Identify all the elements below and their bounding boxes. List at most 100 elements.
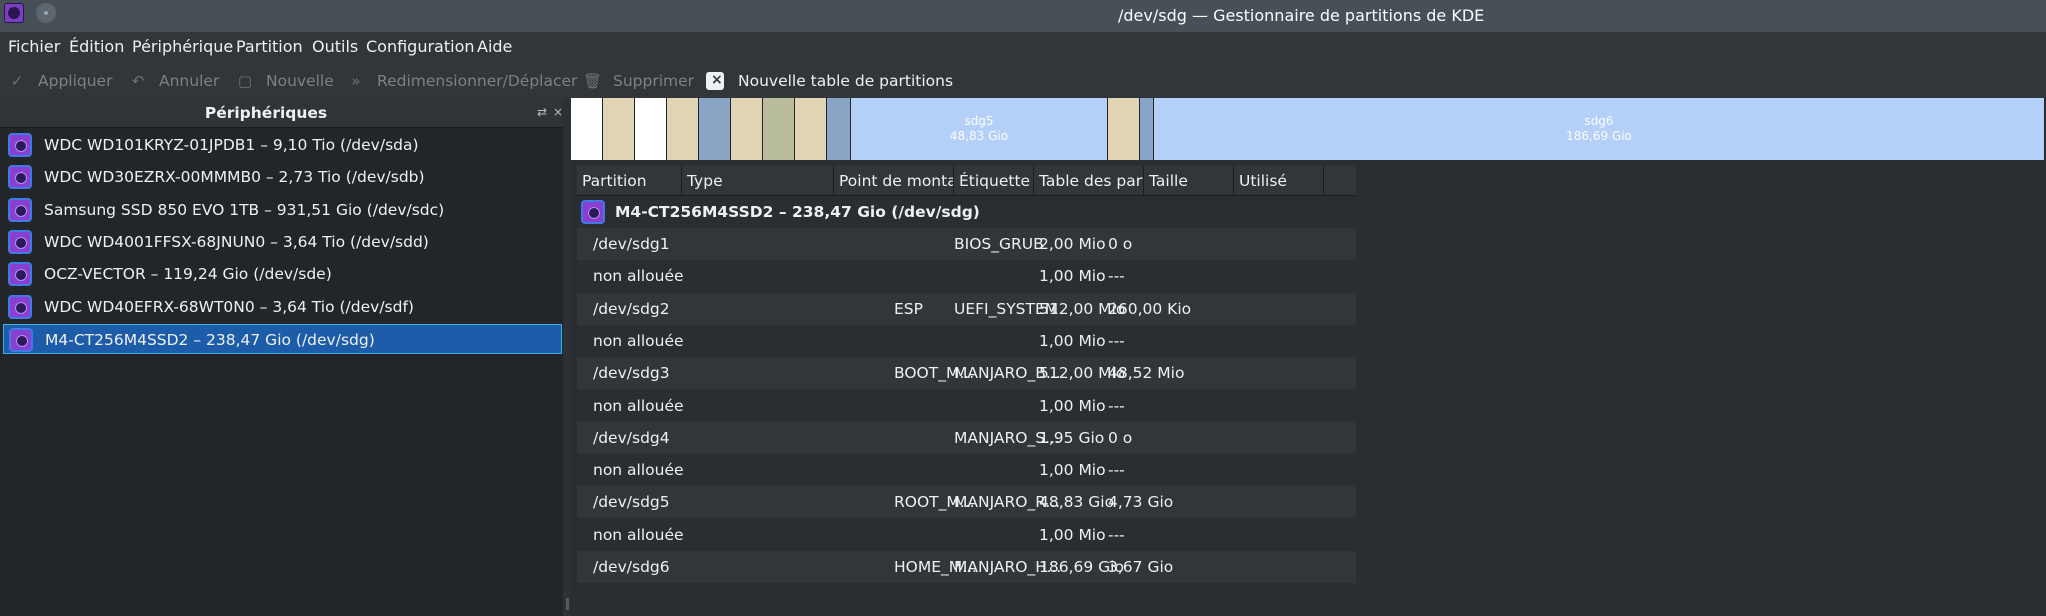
graph-segment[interactable]: sdg6 186,69 Gio — [1154, 98, 2045, 160]
device-item[interactable]: OCZ-VECTOR – 119,24 Gio (/dev/sde) — [3, 259, 562, 289]
partition-name: /dev/sdg6 — [593, 558, 670, 576]
col-mount-point[interactable]: Point de montage — [834, 166, 954, 196]
double-chevron-icon: » — [351, 72, 361, 90]
col-partition-table[interactable]: Table des partitions — [1034, 166, 1144, 196]
col-size[interactable]: Taille — [1144, 166, 1234, 196]
partition-size: 1,00 Mio — [1039, 461, 1106, 480]
table-row[interactable]: /dev/sdg3ext2BOOT_M...MANJARO_B...512,00… — [577, 357, 1356, 390]
disk-icon — [9, 327, 33, 352]
table-row[interactable]: /dev/sdg2fat32ESPUEFI_SYSTEM512,00 Mio26… — [577, 292, 1356, 325]
partition-name: /dev/sdg1 — [593, 235, 670, 253]
col-type[interactable]: Type — [682, 166, 834, 196]
menu-partition[interactable]: Partition — [236, 37, 303, 56]
device-label: WDC WD40EFRX-68WT0N0 – 3,64 Tio (/dev/sd… — [44, 297, 414, 316]
new-partition-table-button[interactable]: Nouvelle table de partitions — [706, 70, 953, 92]
undo-icon: ↶ — [131, 72, 145, 90]
resize-move-button[interactable]: » Redimensionner/Déplacer — [347, 70, 577, 92]
graph-segment[interactable] — [667, 98, 699, 160]
devices-panel-title: Périphériques — [204, 104, 328, 122]
partition-size: 1,00 Mio — [1039, 267, 1106, 286]
float-panel-icon[interactable]: ⇄ — [536, 106, 548, 118]
disk-icon — [581, 200, 605, 224]
app-icon[interactable] — [4, 3, 24, 23]
table-row[interactable]: non allouéeinconnu1,00 Mio--- — [577, 260, 1356, 292]
menu-outils[interactable]: Outils — [312, 37, 358, 56]
partition-size: 1,00 Mio — [1039, 331, 1106, 350]
new-button[interactable]: ▢ Nouvelle — [236, 70, 336, 92]
disk-icon — [8, 197, 32, 222]
graph-segment[interactable]: sdg5 48,83 Gio — [851, 98, 1108, 160]
device-label: WDC WD30EZRX-00MMMB0 – 2,73 Tio (/dev/sd… — [44, 168, 425, 187]
table-row[interactable]: non allouéeinconnu1,00 Mio--- — [577, 454, 1356, 486]
device-item[interactable]: M4-CT256M4SSD2 – 238,47 Gio (/dev/sdg) — [3, 323, 562, 354]
new-document-icon: ▢ — [237, 72, 253, 90]
device-row-label: M4-CT256M4SSD2 – 238,47 Gio (/dev/sdg) — [615, 203, 980, 221]
apply-button[interactable]: ✓ Appliquer — [8, 70, 123, 92]
partition-size: 1,00 Mio — [1039, 396, 1106, 415]
app-window: /dev/sdg — Gestionnaire de partitions de… — [0, 0, 2046, 616]
menu-edition[interactable]: Édition — [69, 37, 124, 56]
partition-used: --- — [1108, 331, 1125, 350]
table-row[interactable]: non allouéeinconnu1,00 Mio--- — [577, 390, 1356, 422]
segment-name: sdg5 — [964, 114, 994, 128]
device-item[interactable]: WDC WD30EZRX-00MMMB0 – 2,73 Tio (/dev/sd… — [3, 162, 562, 192]
partition-used: --- — [1108, 396, 1125, 415]
device-item[interactable]: WDC WD4001FFSX-68JNUN0 – 3,64 Tio (/dev/… — [3, 227, 562, 257]
partition-name: /dev/sdg3 — [593, 364, 670, 383]
graph-segment[interactable] — [1108, 98, 1140, 160]
toolbar: ✓ Appliquer ↶ Annuler ▢ Nouvelle » Redim… — [0, 64, 2046, 98]
partition-area: sdg5 48,83 Gio sdg6 186,69 Gio Partition Ty… — [571, 98, 2046, 616]
partition-used: 0 o — [1108, 428, 1133, 447]
partition-name: non allouée — [593, 396, 684, 415]
table-row[interactable]: /dev/sdg5ext4ROOT_M...MANJARO_R...48,83 … — [577, 486, 1356, 519]
menu-fichier[interactable]: Fichier — [8, 37, 60, 56]
delete-button[interactable]: 🗑 Supprimer — [583, 70, 694, 92]
col-label[interactable]: Étiquette — [954, 166, 1034, 196]
table-row[interactable]: /dev/sdg4linuxswapMANJARO_S...1,95 Gio0 … — [577, 421, 1356, 454]
device-item[interactable]: WDC WD101KRYZ-01JPDB1 – 9,10 Tio (/dev/s… — [3, 130, 562, 160]
graph-segment[interactable] — [795, 98, 827, 160]
menu-aide[interactable]: Aide — [477, 37, 512, 56]
partition-used: 3,67 Gio — [1108, 558, 1174, 576]
menu-peripherique[interactable]: Périphérique — [132, 37, 233, 56]
partition-used: --- — [1108, 525, 1125, 544]
partition-name: /dev/sdg4 — [593, 428, 670, 447]
partition-used: --- — [1108, 461, 1125, 480]
window-menu-icon[interactable] — [36, 3, 56, 23]
graph-segment[interactable] — [731, 98, 763, 160]
graph-segment[interactable] — [635, 98, 667, 160]
partition-size: 1,95 Gio — [1039, 428, 1105, 447]
graph-segment[interactable] — [763, 98, 795, 160]
table-row[interactable]: /dev/sdg6ext4HOME_M...MANJARO_H...186,69… — [577, 551, 1356, 583]
device-label: WDC WD101KRYZ-01JPDB1 – 9,10 Tio (/dev/s… — [44, 136, 419, 154]
device-item[interactable]: Samsung SSD 850 EVO 1TB – 931,51 Gio (/d… — [3, 195, 562, 225]
table-row[interactable]: non allouéeinconnu1,00 Mio--- — [577, 325, 1356, 357]
disk-icon — [8, 165, 32, 190]
table-row[interactable]: /dev/sdg1fat32BIOS_GRUB2,00 Mio0 o — [577, 228, 1356, 260]
disk-icon — [8, 262, 32, 287]
device-item[interactable]: WDC WD40EFRX-68WT0N0 – 3,64 Tio (/dev/sd… — [3, 292, 562, 322]
graph-segment[interactable] — [603, 98, 635, 160]
graph-segment[interactable] — [827, 98, 851, 160]
graph-segment[interactable] — [1140, 98, 1154, 160]
partition-used: 0 o — [1108, 235, 1133, 253]
table-row[interactable]: non allouéeinconnu1,00 Mio--- — [577, 519, 1356, 551]
partition-used: 4,73 Gio — [1108, 493, 1174, 512]
devices-panel: Périphériques ⇄ × WDC WD101KRYZ-01JPDB1 … — [0, 98, 566, 616]
partition-table-name: BIOS_GRUB — [954, 235, 1044, 253]
graph-segment[interactable] — [699, 98, 731, 160]
undo-button[interactable]: ↶ Annuler — [129, 70, 229, 92]
graph-segment[interactable] — [571, 98, 603, 160]
partition-name: non allouée — [593, 331, 684, 350]
partition-name: non allouée — [593, 461, 684, 480]
clear-icon — [706, 71, 724, 90]
device-row[interactable]: M4-CT256M4SSD2 – 238,47 Gio (/dev/sdg) — [577, 196, 1356, 228]
col-used[interactable]: Utilisé — [1234, 166, 1324, 196]
menu-configuration[interactable]: Configuration — [366, 37, 475, 56]
partition-table: Partition Type Point de montage Étiquett… — [577, 166, 1356, 586]
panel-splitter[interactable] — [563, 98, 571, 616]
devices-panel-header: Périphériques ⇄ × — [0, 98, 566, 128]
segment-size: 48,83 Gio — [949, 129, 1009, 143]
col-partition[interactable]: Partition — [577, 166, 682, 196]
table-header: Partition Type Point de montage Étiquett… — [577, 166, 1356, 196]
